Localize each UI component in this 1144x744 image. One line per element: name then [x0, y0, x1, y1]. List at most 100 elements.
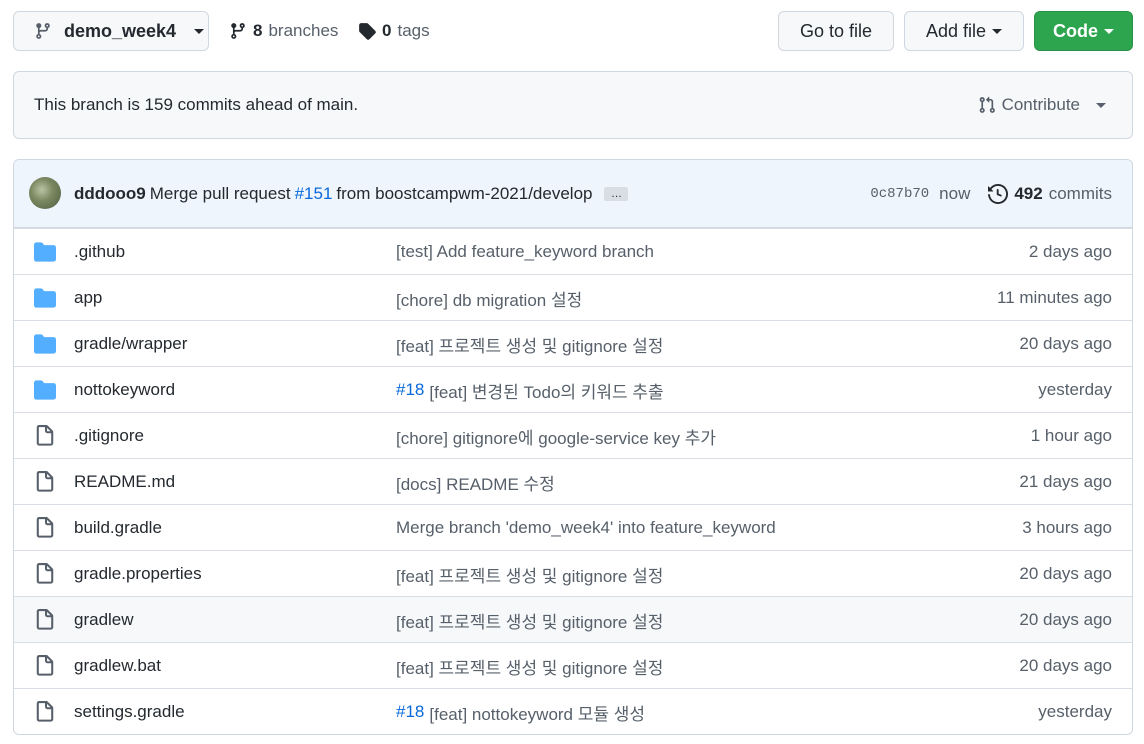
- branch-name: demo_week4: [64, 20, 177, 41]
- commit-meta: 0c87b70 now 492 commits: [870, 160, 1112, 228]
- commit-message-link[interactable]: [chore] db migration 설정: [396, 286, 582, 311]
- folder-icon: [34, 241, 56, 263]
- branches-label: branches: [268, 21, 339, 40]
- commit-sha[interactable]: 0c87b70: [870, 186, 929, 202]
- file-commit-age: 20 days ago: [1019, 334, 1112, 353]
- file-commit-age: 11 minutes ago: [997, 288, 1112, 307]
- commit-message-link[interactable]: [chore] gitignore에 google-service key 추가: [396, 424, 716, 449]
- issue-link[interactable]: #18: [396, 702, 424, 722]
- file-icon: [34, 655, 56, 677]
- expand-commit-button[interactable]: …: [604, 187, 629, 201]
- tags-label: tags: [397, 21, 430, 40]
- branch-ahead-text: This branch is 159 commits ahead of main…: [34, 95, 359, 114]
- file-commit-message: [chore] gitignore에 google-service key 추가: [396, 413, 716, 459]
- folder-icon: [34, 287, 56, 309]
- commits-history-link[interactable]: 492 commits: [988, 184, 1112, 204]
- file-row[interactable]: build.gradle Merge branch 'demo_week4' in…: [14, 504, 1132, 550]
- file-row[interactable]: settings.gradle #18 [feat] nottokeyword 모듈…: [14, 688, 1132, 734]
- git-branch-icon: [36, 23, 50, 39]
- commit-message-link[interactable]: [feat] nottokeyword 모듈 생성: [429, 700, 645, 725]
- code-label: Code: [1053, 20, 1098, 41]
- file-commit-age: 2 days ago: [1028, 242, 1112, 261]
- file-icon: [34, 471, 56, 493]
- tags-count: 0: [382, 21, 392, 40]
- branch-select-button[interactable]: demo_week4: [13, 11, 209, 51]
- file-row[interactable]: gradle/wrapper [feat] 프로젝트 생성 및 gitignore…: [14, 320, 1132, 366]
- avatar[interactable]: [29, 177, 61, 209]
- file-row[interactable]: gradlew [feat] 프로젝트 생성 및 gitignore 설정 20 d…: [14, 596, 1132, 642]
- file-name-link[interactable]: build.gradle: [74, 505, 162, 551]
- commit-message-link[interactable]: [feat] 프로젝트 생성 및 gitignore 설정: [396, 608, 663, 633]
- file-commit-message: [test] Add feature_keyword branch: [396, 229, 654, 275]
- file-name-link[interactable]: .gitignore: [74, 413, 144, 459]
- file-commit-age: 1 hour ago: [1030, 426, 1112, 445]
- file-name-link[interactable]: gradle/wrapper: [74, 321, 187, 367]
- git-branch-icon: [231, 23, 245, 39]
- file-row[interactable]: .gitignore [chore] gitignore에 google-serv…: [14, 412, 1132, 458]
- file-name-link[interactable]: gradle.properties: [74, 551, 202, 597]
- file-name-link[interactable]: settings.gradle: [74, 689, 185, 734]
- commit-message-link[interactable]: [feat] 변경된 Todo의 키워드 추출: [429, 378, 663, 403]
- code-button[interactable]: Code: [1034, 11, 1133, 51]
- file-commit-age: 3 hours ago: [1022, 518, 1112, 537]
- file-listing: dddooo9 Merge pull request #151 from boo…: [13, 159, 1133, 735]
- file-commit-message: [feat] 프로젝트 생성 및 gitignore 설정: [396, 551, 663, 597]
- commit-author[interactable]: dddooo9: [74, 184, 146, 204]
- file-icon: [34, 609, 56, 631]
- file-name-link[interactable]: app: [74, 275, 102, 321]
- add-file-button[interactable]: Add file: [904, 11, 1024, 51]
- commit-message-link[interactable]: [feat] 프로젝트 생성 및 gitignore 설정: [396, 562, 663, 587]
- file-row[interactable]: gradle.properties [feat] 프로젝트 생성 및 gitign…: [14, 550, 1132, 596]
- branches-link[interactable]: 8 branches: [229, 11, 338, 51]
- latest-commit-bar: dddooo9 Merge pull request #151 from boo…: [14, 160, 1132, 228]
- file-commit-age: yesterday: [1038, 380, 1112, 399]
- file-row[interactable]: README.md [docs] README 수정 21 days ago: [14, 458, 1132, 504]
- file-commit-age: 20 days ago: [1019, 564, 1112, 583]
- tags-link[interactable]: 0 tags: [358, 11, 430, 51]
- commit-message-link[interactable]: [docs] README 수정: [396, 470, 555, 495]
- commit-time: now: [939, 184, 971, 203]
- repo-toolbar: demo_week4 8 branches 0 tags Go to file …: [13, 11, 1133, 51]
- file-commit-message: [feat] 프로젝트 생성 및 gitignore 설정: [396, 643, 663, 689]
- file-commit-age: 20 days ago: [1019, 610, 1112, 629]
- file-name-link[interactable]: README.md: [74, 459, 175, 505]
- file-row[interactable]: app [chore] db migration 설정 11 minutes ago: [14, 274, 1132, 320]
- commit-message-link[interactable]: [feat] 프로젝트 생성 및 gitignore 설정: [396, 332, 663, 357]
- file-commit-message: #18 [feat] 변경된 Todo의 키워드 추출: [396, 367, 664, 413]
- file-name-link[interactable]: nottokeyword: [74, 367, 175, 413]
- file-name-link[interactable]: gradlew.bat: [74, 643, 161, 689]
- folder-icon: [34, 333, 56, 355]
- branches-count: 8: [253, 21, 263, 40]
- file-row[interactable]: gradlew.bat [feat] 프로젝트 생성 및 gitignore 설정…: [14, 642, 1132, 688]
- commits-label: commits: [1048, 184, 1112, 203]
- file-commit-message: #18 [feat] nottokeyword 모듈 생성: [396, 689, 645, 734]
- file-icon: [34, 517, 56, 539]
- file-commit-message: Merge branch 'demo_week4' into feature_k…: [396, 505, 776, 551]
- chevron-down-icon: [1096, 102, 1106, 108]
- issue-link[interactable]: #18: [396, 380, 424, 400]
- commits-count: 492: [1014, 184, 1043, 203]
- tag-icon: [359, 23, 376, 40]
- file-row[interactable]: nottokeyword #18 [feat] 변경된 Todo의 키워드 추출 ye…: [14, 366, 1132, 412]
- commit-message-prefix[interactable]: Merge pull request: [150, 184, 291, 204]
- folder-icon: [34, 379, 56, 401]
- branch-status-box: This branch is 159 commits ahead of main…: [13, 71, 1133, 139]
- file-name-link[interactable]: gradlew: [74, 597, 134, 643]
- history-icon: [988, 184, 1009, 204]
- latest-commit-message: dddooo9 Merge pull request #151 from boo…: [74, 160, 629, 228]
- chevron-down-icon: [992, 28, 1003, 34]
- file-row[interactable]: .github [test] Add feature_keyword branch…: [14, 228, 1132, 274]
- file-name-link[interactable]: .github: [74, 229, 125, 275]
- go-to-file-button[interactable]: Go to file: [778, 11, 894, 51]
- commit-message-suffix[interactable]: from boostcampwm-2021/develop: [336, 184, 592, 204]
- pull-request-link[interactable]: #151: [295, 184, 333, 204]
- commit-message-link[interactable]: Merge branch 'demo_week4' into feature_k…: [396, 518, 776, 538]
- file-commit-message: [chore] db migration 설정: [396, 275, 582, 321]
- pull-request-icon: [979, 96, 995, 113]
- contribute-button[interactable]: Contribute: [978, 72, 1106, 138]
- file-icon: [34, 563, 56, 585]
- file-icon: [34, 701, 56, 723]
- commit-message-link[interactable]: [feat] 프로젝트 생성 및 gitignore 설정: [396, 654, 663, 679]
- commit-message-link[interactable]: [test] Add feature_keyword branch: [396, 242, 654, 262]
- chevron-down-icon: [1104, 28, 1114, 34]
